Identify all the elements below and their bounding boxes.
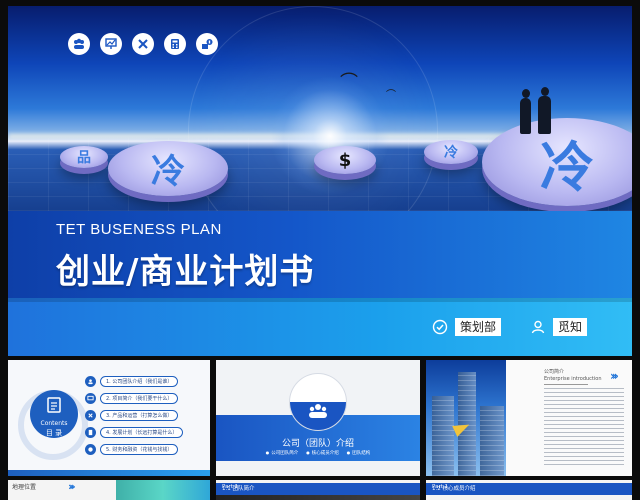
team-icon (85, 375, 96, 387)
department-tag: 策划部 (431, 318, 502, 336)
body-text-block (544, 388, 624, 468)
slide-thumbnail-location[interactable]: 地理位置 ››› (8, 480, 210, 500)
clipboard-icon (47, 397, 61, 413)
section-emblem (290, 374, 346, 430)
team-icon (309, 404, 327, 418)
slide-thumbnail-team-intro[interactable]: Part 1 1.1 团队简介 (216, 480, 420, 500)
toc-item: 3. 产品和运营（打算怎么做） (85, 408, 205, 422)
game-piece: 品 (60, 146, 108, 168)
check-circle-icon (431, 318, 449, 336)
contents-label-cn: 目 录 (45, 429, 63, 437)
money-icon (196, 33, 218, 55)
slide-title: 创业/商业计划书 (56, 252, 315, 292)
presenter-label: 觅知 (553, 318, 588, 336)
hero-image: 品 冷 $ 冷 冷 ⌒ ⌒ (8, 6, 632, 211)
game-piece: 冷 (108, 141, 228, 196)
user-icon (529, 318, 547, 336)
toc-item: 2. 项目简介（我们要干什么） (85, 391, 205, 405)
toc-list: 1. 公司团队介绍（我们是谁） 2. 项目简介（我们要干什么） 3. 产品和运营… (85, 374, 205, 459)
slide-subtitle: TET BUSENESS PLAN (56, 221, 222, 238)
businessman-figure (520, 89, 531, 134)
section-title: 公司（团队）介绍 (281, 439, 354, 449)
game-piece: 冷 (424, 140, 478, 164)
slide-browser: 品 冷 $ 冷 冷 ⌒ ⌒ TET BUSENESS PLAN 创业/商业计划书… (0, 0, 640, 500)
bird-icon: ⌒ (340, 72, 358, 93)
toc-item: 4. 发展计划（长远打算是什么） (85, 425, 205, 439)
slide-thumbnail-team[interactable]: 公司（团队）介绍 公司团队简介 核心成员介绍 团队结构 (216, 360, 420, 476)
money-icon (85, 443, 96, 455)
presenter-tag: 觅知 (529, 318, 588, 336)
team-icon (68, 33, 90, 55)
main-slide-preview[interactable]: 品 冷 $ 冷 冷 ⌒ ⌒ TET BUSENESS PLAN 创业/商业计划书… (8, 6, 632, 356)
intro-header: 公司简介 Enterprise introduction (544, 368, 602, 385)
top-icon-row (68, 33, 218, 55)
businessman-figure (538, 87, 551, 134)
section-subitems: 公司团队简介 核心成员介绍 团队结构 (216, 450, 420, 456)
city-photo (426, 360, 506, 476)
chart-board-icon (85, 392, 96, 404)
sun-flare (270, 76, 390, 196)
toc-item: 1. 公司团队介绍（我们是谁） (85, 374, 205, 388)
chevron-right-icon: ››› (610, 369, 619, 383)
bird-icon: ⌒ (386, 90, 396, 101)
contents-label-en: Contents (40, 420, 68, 427)
tools-icon (85, 409, 96, 421)
slide-thumbnail-intro[interactable]: 公司简介 Enterprise introduction ››› (426, 360, 632, 476)
calculator-icon (164, 33, 186, 55)
tools-icon (132, 33, 154, 55)
game-piece: $ (314, 146, 376, 174)
toc-item: 5. 财务和融资（花钱与找钱） (85, 442, 205, 456)
slide-thumbnail-core-members[interactable]: Part 1 1.2 核心成员介绍 (426, 480, 632, 500)
game-piece: 冷 (482, 118, 632, 206)
chart-board-icon (100, 33, 122, 55)
calculator-icon (85, 426, 96, 438)
department-label: 策划部 (455, 318, 502, 336)
chevron-right-icon: ››› (68, 480, 75, 493)
slide-thumbnail-contents[interactable]: Contents 目 录 1. 公司团队介绍（我们是谁） 2. 项目简介（我们要… (8, 360, 210, 476)
map-image (116, 480, 210, 500)
